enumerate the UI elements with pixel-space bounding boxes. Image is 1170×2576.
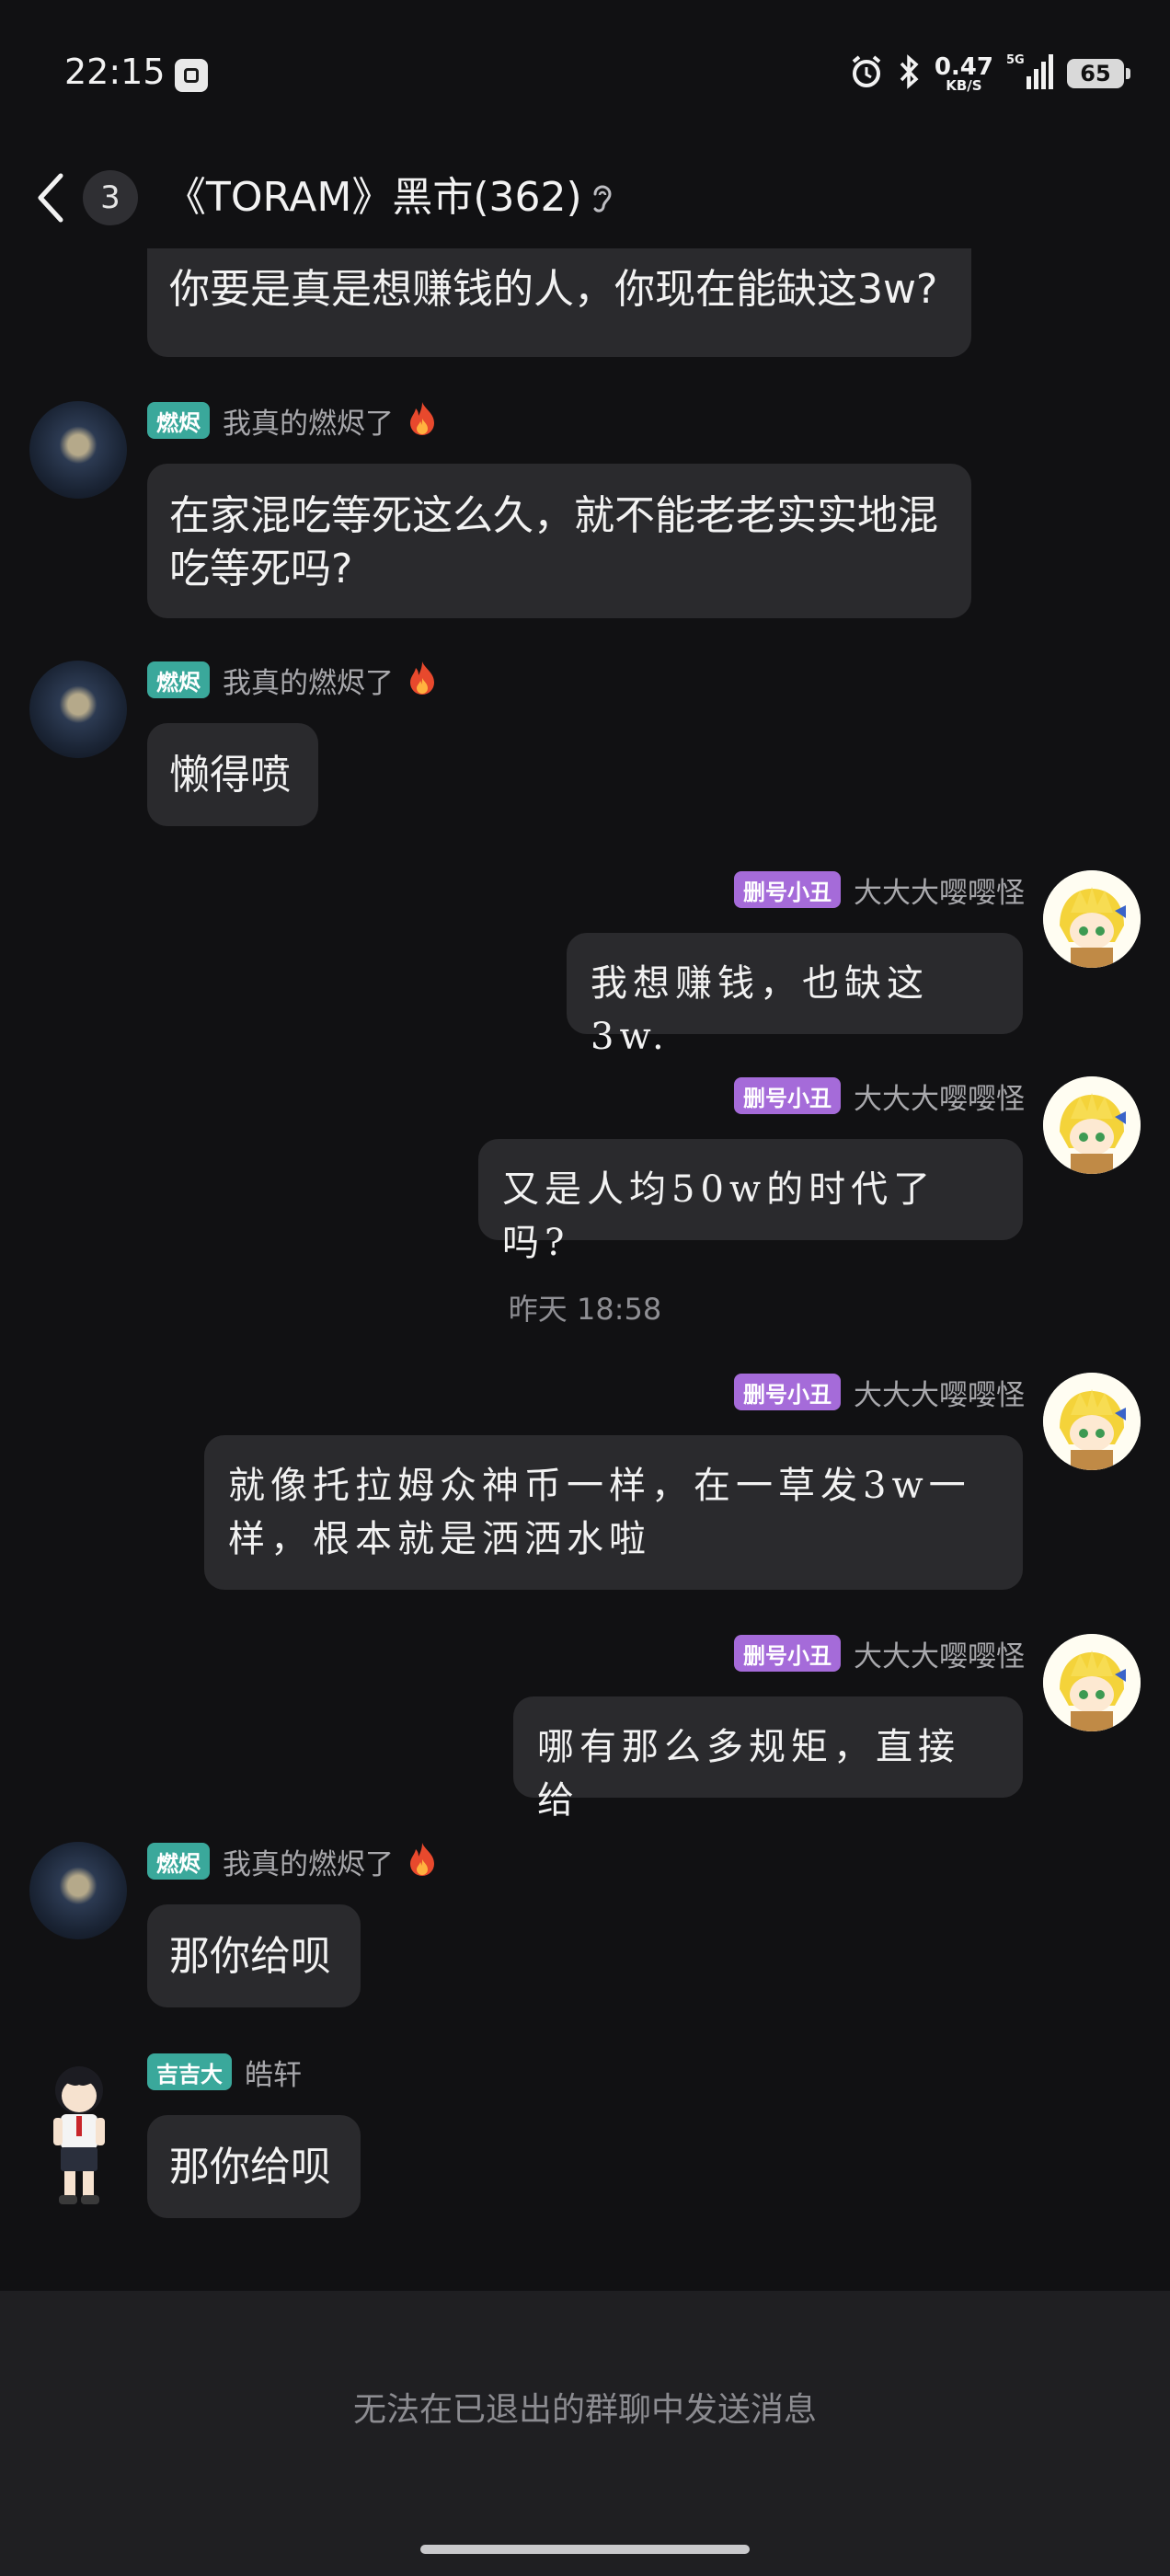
sender-name[interactable]: 皓轩 [245,2052,302,2093]
avatar[interactable] [29,661,127,758]
sender-name[interactable]: 大大大嘤嘤怪 [854,1633,1025,1674]
avatar[interactable] [1043,1076,1141,1174]
time-divider: 昨天 18:58 [508,1292,662,1327]
message-text: 又是人均50w的时代了吗? [502,1168,936,1264]
message-bubble[interactable]: 懒得喷 [147,723,318,826]
message-text: 就像托拉姆众神币一样，在一草发3w一样，根本就是洒洒水啦 [228,1465,971,1560]
message-text: 那你给呗 [169,2144,331,2191]
message-bubble[interactable]: 又是人均50w的时代了吗? [478,1139,1023,1264]
message-bubble[interactable]: 哪有那么多规矩，直接给 [513,1696,1023,1822]
member-tag: 燃烬 [147,1843,210,1880]
avatar[interactable] [1043,1373,1141,1470]
sender-name[interactable]: 大大大嘤嘤怪 [854,869,1025,911]
alarm-icon [848,53,885,94]
chat-title[interactable]: 《TORAM》黑市(362) [166,167,582,228]
ear-icon [589,180,616,221]
unread-badge[interactable]: 3 [83,170,138,225]
input-area-disabled: 无法在已退出的群聊中发送消息 [0,2291,1170,2576]
sender-info: 删号小丑 大大大嘤嘤怪 [734,1372,1025,1412]
member-tag: 燃烬 [147,402,210,439]
message-bubble[interactable]: 就像托拉姆众神币一样，在一草发3w一样，根本就是洒洒水啦 [204,1435,1023,1590]
sender-name[interactable]: 大大大嘤嘤怪 [854,1075,1025,1117]
message-bubble[interactable]: 那你给呗 [147,2115,361,2218]
signal-icon: 5G [1006,52,1054,95]
member-tag: 燃烬 [147,661,210,698]
message-text: 你要是真是想赚钱的人，你现在能缺这3w? [169,266,938,313]
sender-name[interactable]: 我真的燃烬了 [223,660,394,701]
status-time: 22:15 [64,52,166,92]
member-tag: 删号小丑 [734,1374,841,1410]
fire-icon [407,660,438,700]
avatar[interactable] [1043,1634,1141,1731]
sender-name[interactable]: 我真的燃烬了 [223,400,394,442]
avatar[interactable] [1043,870,1141,968]
sender-info: 燃烬 我真的燃烬了 [147,400,438,441]
fire-icon [407,1841,438,1881]
sender-info: 删号小丑 大大大嘤嘤怪 [734,869,1025,910]
message-bubble[interactable]: 我想赚钱，也缺这3w. [567,933,1023,1058]
member-tag: 吉吉大 [147,2053,232,2090]
sender-info: 删号小丑 大大大嘤嘤怪 [734,1075,1025,1116]
net-speed-unit: KB/S [946,76,982,94]
member-tag: 删号小丑 [734,871,841,908]
sender-info: 燃烬 我真的燃烬了 [147,660,438,700]
left-group-notice: 无法在已退出的群聊中发送消息 [352,2391,817,2429]
status-icons: 0.47 KB/S 5G 65 [848,52,1130,95]
member-tag: 删号小丑 [734,1635,841,1672]
sender-info: 删号小丑 大大大嘤嘤怪 [734,1633,1025,1673]
network-speed: 0.47 KB/S [935,55,993,93]
back-icon [38,173,63,223]
message-bubble[interactable]: 那你给呗 [147,1904,361,2007]
battery-icon: 65 [1067,59,1130,88]
bluetooth-icon [898,53,922,94]
sender-name[interactable]: 大大大嘤嘤怪 [854,1372,1025,1413]
message-text: 那你给呗 [169,1933,331,1980]
svg-text:5G: 5G [1006,53,1025,67]
back-button[interactable] [35,166,72,230]
sender-name[interactable]: 我真的燃烬了 [223,1841,394,1882]
fire-icon [407,400,438,441]
message-list[interactable]: 你要是真是想赚钱的人，你现在能缺这3w? 燃烬 我真的燃烬了 在家混吃等死这么久… [0,248,1170,2291]
message-text: 在家混吃等死这么久，就不能老老实实地混吃等死吗? [169,492,938,592]
message-text: 懒得喷 [169,752,291,799]
sender-info: 燃烬 我真的燃烬了 [147,1841,438,1881]
chat-header: 3 《TORAM》黑市(362) [0,147,1170,248]
net-speed-value: 0.47 [934,52,993,81]
notification-app-icon [175,59,208,92]
message-bubble[interactable]: 你要是真是想赚钱的人，你现在能缺这3w? [147,248,971,357]
home-indicator[interactable] [420,2545,750,2554]
message-text: 哪有那么多规矩，直接给 [537,1726,960,1822]
message-bubble[interactable]: 在家混吃等死这么久，就不能老老实实地混吃等死吗? [147,464,971,618]
sender-info: 吉吉大 皓轩 [147,2052,302,2092]
message-text: 我想赚钱，也缺这3w. [591,962,929,1058]
avatar[interactable] [29,1842,127,1939]
avatar[interactable] [31,2057,129,2214]
status-bar: 22:15 0.47 KB/S 5G 65 [0,0,1170,147]
avatar[interactable] [29,401,127,499]
member-tag: 删号小丑 [734,1077,841,1114]
